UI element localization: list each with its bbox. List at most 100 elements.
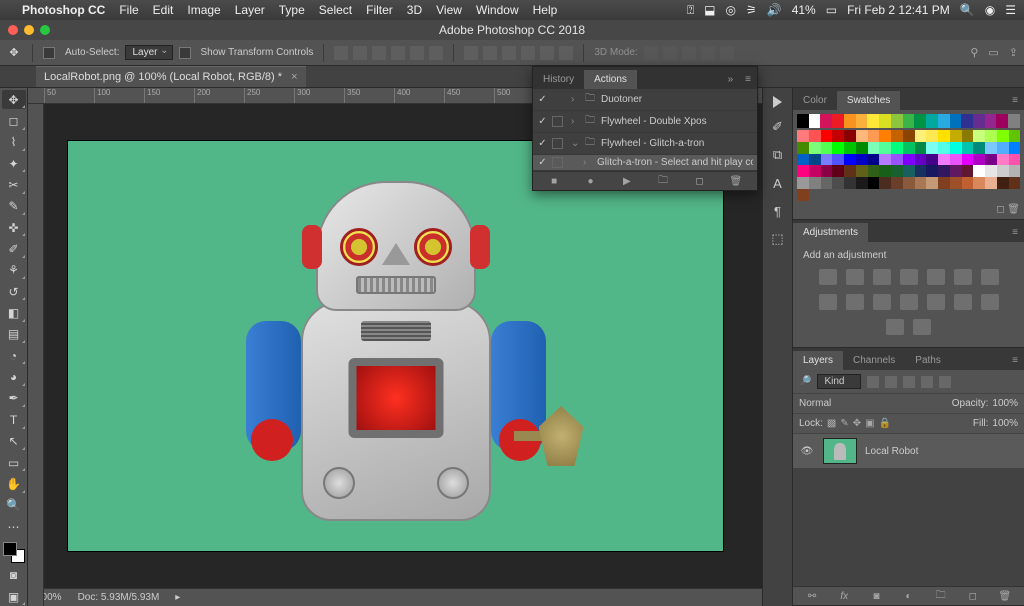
swatch[interactable]: [903, 130, 915, 142]
swatch[interactable]: [973, 142, 985, 154]
quick-select-tool[interactable]: ✦: [2, 154, 26, 173]
swatch[interactable]: [973, 177, 985, 189]
swatch[interactable]: [950, 154, 962, 166]
lock-brush-icon[interactable]: ✎: [840, 418, 848, 429]
expand-arrow-icon[interactable]: ›: [571, 116, 581, 127]
swatch[interactable]: [844, 114, 856, 128]
swatch[interactable]: [832, 177, 844, 189]
swatch[interactable]: [950, 130, 962, 142]
swatch[interactable]: [879, 165, 891, 177]
action-row[interactable]: ✓›🗀Duotoner: [533, 89, 757, 111]
expand-arrow-icon[interactable]: ›: [571, 94, 581, 105]
menu-select[interactable]: Select: [319, 3, 352, 17]
swatch[interactable]: [926, 154, 938, 166]
battery-icon[interactable]: ▭: [826, 3, 837, 17]
swatch[interactable]: [1009, 142, 1021, 154]
action-toggle-checkbox[interactable]: ✓: [537, 138, 548, 149]
vertical-ruler[interactable]: [28, 104, 44, 606]
swatch[interactable]: [962, 154, 974, 166]
stamp-tool[interactable]: ⚘: [2, 261, 26, 280]
channel-mixer-adjustment-icon[interactable]: [873, 294, 891, 310]
maximize-window-button[interactable]: [40, 25, 50, 35]
zoom-tool[interactable]: 🔍: [2, 496, 26, 515]
new-action-icon[interactable]: ◻: [692, 175, 706, 187]
swatch[interactable]: [938, 154, 950, 166]
swatch[interactable]: [903, 142, 915, 154]
character-panel-icon[interactable]: A: [769, 174, 787, 192]
link-layers-icon[interactable]: ⚯: [805, 590, 819, 602]
swatch[interactable]: [938, 130, 950, 142]
swatch[interactable]: [903, 177, 915, 189]
align-left-icon[interactable]: [391, 46, 405, 60]
swatch[interactable]: [844, 130, 856, 142]
volume-icon[interactable]: 🔊: [767, 3, 782, 17]
menu-edit[interactable]: Edit: [153, 3, 174, 17]
swatch[interactable]: [797, 114, 809, 128]
collapse-panel-icon[interactable]: »: [722, 70, 740, 89]
swatch[interactable]: [868, 154, 880, 166]
blend-mode-dropdown[interactable]: Normal: [799, 398, 948, 409]
swatch[interactable]: [997, 130, 1009, 142]
menubar-icon[interactable]: ⍰: [687, 3, 694, 18]
swatch[interactable]: [985, 177, 997, 189]
status-arrow-icon[interactable]: ▸: [175, 592, 180, 603]
minimize-window-button[interactable]: [24, 25, 34, 35]
swatch[interactable]: [809, 154, 821, 166]
panel-menu-icon[interactable]: ≡: [739, 70, 757, 89]
action-toggle-checkbox[interactable]: ✓: [537, 116, 548, 127]
distribute-left-icon[interactable]: [521, 46, 535, 60]
swatch[interactable]: [985, 165, 997, 177]
filter-kind-icon[interactable]: 🔎: [799, 376, 811, 387]
new-swatch-icon[interactable]: ◻: [996, 204, 1004, 215]
swatch[interactable]: [868, 142, 880, 154]
swatch[interactable]: [844, 154, 856, 166]
swatch[interactable]: [820, 114, 832, 128]
tab-paths[interactable]: Paths: [905, 351, 951, 370]
tab-color[interactable]: Color: [793, 91, 837, 110]
filter-shape-icon[interactable]: [921, 376, 933, 388]
new-group-icon[interactable]: 🗀: [934, 590, 948, 602]
swatch[interactable]: [891, 165, 903, 177]
layer-visibility-icon[interactable]: 👁: [799, 446, 815, 457]
action-dialog-toggle[interactable]: [552, 157, 563, 168]
filter-pixel-icon[interactable]: [867, 376, 879, 388]
swatch[interactable]: [856, 165, 868, 177]
action-row[interactable]: ✓›Glitch-a-tron - Select and hit play co…: [533, 155, 757, 171]
layer-fx-icon[interactable]: fx: [837, 590, 851, 602]
posterize-adjustment-icon[interactable]: [954, 294, 972, 310]
selective-color-adjustment-icon[interactable]: [913, 319, 931, 335]
distribute-bottom-icon[interactable]: [502, 46, 516, 60]
move-tool[interactable]: ✥: [2, 90, 26, 109]
layer-thumbnail[interactable]: [823, 438, 857, 464]
layer-name[interactable]: Local Robot: [865, 446, 918, 457]
curves-adjustment-icon[interactable]: [873, 269, 891, 285]
swatch[interactable]: [797, 177, 809, 189]
swatch[interactable]: [1008, 114, 1020, 128]
record-action-icon[interactable]: ●: [583, 175, 597, 187]
expand-arrow-icon[interactable]: ›: [583, 157, 593, 168]
swatch[interactable]: [903, 114, 915, 128]
siri-icon[interactable]: ◉: [985, 3, 995, 17]
foreground-color-swatch[interactable]: [3, 542, 17, 556]
align-right-icon[interactable]: [429, 46, 443, 60]
expand-arrow-icon[interactable]: ⌄: [571, 138, 581, 149]
swatch[interactable]: [914, 114, 926, 128]
photo-filter-adjustment-icon[interactable]: [846, 294, 864, 310]
bw-adjustment-icon[interactable]: [819, 294, 837, 310]
swatch[interactable]: [973, 114, 985, 128]
distribute-top-icon[interactable]: [464, 46, 478, 60]
fill-value[interactable]: 100%: [992, 418, 1018, 429]
menu-file[interactable]: File: [119, 3, 138, 17]
action-row[interactable]: ✓›🗀Flywheel - Double Xpos: [533, 111, 757, 133]
document-canvas[interactable]: [68, 141, 723, 551]
swatch[interactable]: [962, 165, 974, 177]
shape-tool[interactable]: ▭: [2, 453, 26, 472]
swatch[interactable]: [997, 154, 1009, 166]
swatch[interactable]: [879, 177, 891, 189]
share-icon[interactable]: ⇪: [1009, 46, 1018, 59]
swatch[interactable]: [844, 142, 856, 154]
swatch[interactable]: [797, 142, 809, 154]
dodge-tool[interactable]: ◕: [2, 367, 26, 386]
lasso-tool[interactable]: ⌇: [2, 133, 26, 152]
actions-panel[interactable]: History Actions » ≡ ✓›🗀Duotoner✓›🗀Flywhe…: [532, 66, 758, 191]
